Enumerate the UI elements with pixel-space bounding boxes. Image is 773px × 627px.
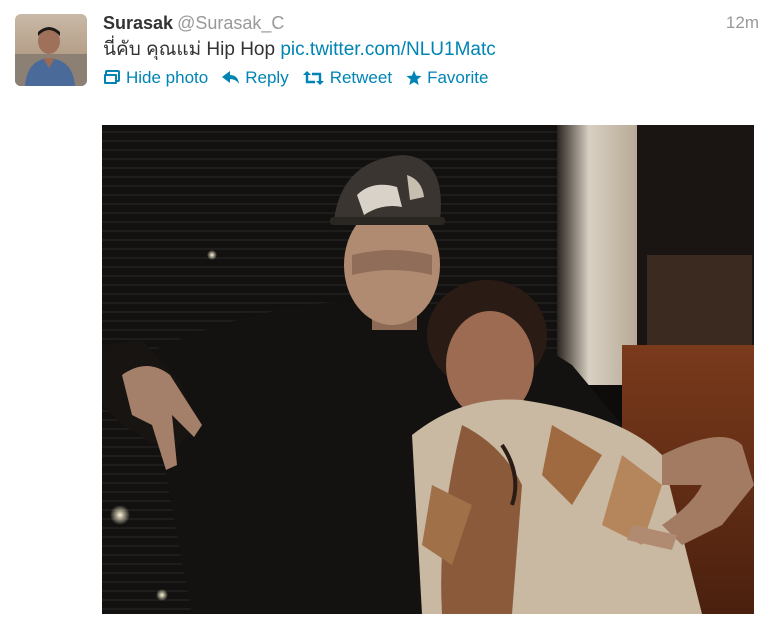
reply-arrow-icon: [222, 71, 240, 84]
retweet-button[interactable]: Retweet: [302, 68, 393, 88]
avatar-image: [15, 14, 87, 86]
photo-image: [102, 125, 754, 614]
tweet-text: นี่คับ คุณแม่ Hip Hop pic.twitter.com/NL…: [103, 38, 496, 62]
hide-photo-button[interactable]: Hide photo: [103, 68, 208, 88]
photo-icon: [104, 70, 120, 84]
avatar[interactable]: [15, 14, 87, 86]
favorite-button[interactable]: Favorite: [406, 68, 489, 88]
user-fullname[interactable]: Surasak: [103, 13, 173, 33]
reply-button[interactable]: Reply: [222, 68, 289, 88]
tweet-actions: Hide photo Reply Retweet Favorite: [103, 66, 503, 90]
retweet-icon: [302, 71, 324, 85]
retweet-label: Retweet: [329, 68, 393, 87]
user-handle[interactable]: @Surasak_C: [177, 13, 284, 33]
tweet: Surasak @Surasak_C 12m นี่คับ คุณแม่ Hip …: [0, 0, 773, 627]
tweet-header: Surasak @Surasak_C 12m: [103, 11, 759, 35]
reply-label: Reply: [245, 68, 289, 87]
tweet-text-body: นี่คับ คุณแม่ Hip Hop: [103, 39, 281, 60]
hide-photo-label: Hide photo: [126, 68, 209, 87]
timestamp[interactable]: 12m: [726, 11, 759, 35]
tweet-photo-link[interactable]: pic.twitter.com/NLU1Matc: [280, 39, 495, 60]
star-icon: [406, 70, 422, 85]
tweet-photo[interactable]: [102, 125, 754, 614]
favorite-label: Favorite: [427, 68, 489, 87]
